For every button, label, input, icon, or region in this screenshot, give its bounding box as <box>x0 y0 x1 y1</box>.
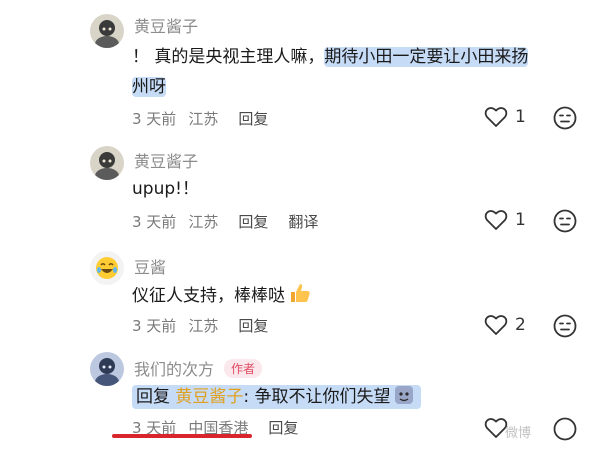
reply-text: : 争取不让你们失望 <box>243 387 391 407</box>
comment-text-highlight: 期待小田一定要让小田来扬 <box>324 47 529 67</box>
dislike-button[interactable] <box>553 106 577 134</box>
like-button[interactable]: 1 <box>484 106 526 128</box>
comment-meta: 3 天前 江苏 回复 翻译 <box>132 211 330 232</box>
sticker-emoji <box>393 384 415 417</box>
heart-icon <box>484 315 508 335</box>
dislike-button[interactable] <box>553 314 577 342</box>
dislike-button[interactable] <box>553 417 577 445</box>
comment-location: 江苏 <box>188 213 219 231</box>
username[interactable]: 黄豆酱子 <box>134 13 198 37</box>
comment-text: ！ 真的是央视主理人嘛，期待小田一定要让小田来扬 <box>132 41 529 73</box>
reply-button[interactable]: 回复 <box>238 317 268 335</box>
like-count: 2 <box>515 315 526 335</box>
comment-text-highlight: 州呀 <box>132 77 166 97</box>
username[interactable]: 豆酱 <box>134 254 166 278</box>
comment-meta: 3 天前 江苏 回复 <box>132 315 280 336</box>
comment-text: 仪征人支持，棒棒哒 <box>132 280 312 316</box>
like-count: 1 <box>515 210 526 230</box>
reply-button[interactable]: 回复 <box>238 110 268 128</box>
like-button[interactable]: 2 <box>484 314 526 336</box>
avatar-illustration-icon <box>90 146 124 180</box>
reply-button[interactable]: 回复 <box>238 213 268 231</box>
user-avatar[interactable] <box>90 14 124 48</box>
comment-location: 江苏 <box>188 317 219 335</box>
sticker-icon <box>394 386 413 404</box>
comment-text: upup!！ <box>132 179 199 199</box>
reply-button[interactable]: 回复 <box>268 419 298 437</box>
dislike-button[interactable] <box>553 209 577 237</box>
username-text: 我们的次方 <box>134 360 215 379</box>
comment-time: 3 天前 <box>132 110 177 128</box>
reply-to-user[interactable]: 黄豆酱子 <box>175 387 243 407</box>
comment-time: 3 天前 <box>132 317 177 335</box>
neutral-face-icon <box>553 106 577 130</box>
heart-icon <box>484 107 508 127</box>
neutral-face-icon <box>553 417 577 441</box>
user-avatar[interactable] <box>90 146 124 180</box>
heart-icon <box>484 210 508 230</box>
laughing-emoji-icon <box>90 251 124 285</box>
watermark: 微博 <box>505 426 532 441</box>
username[interactable]: 我们的次方 作者 <box>134 356 263 380</box>
neutral-face-icon <box>553 209 577 233</box>
thumbs-up-emoji <box>288 281 312 316</box>
comment-text: 回复 黄豆酱子: 争取不让你们失望 <box>132 381 421 417</box>
like-button[interactable]: 1 <box>484 209 526 231</box>
author-badge: 作者 <box>224 359 263 378</box>
comment-location: 江苏 <box>188 110 219 128</box>
reply-prefix: 回复 <box>136 387 170 407</box>
comment-text-line2: 州呀 <box>132 71 166 103</box>
username[interactable]: 黄豆酱子 <box>134 148 198 172</box>
thumbs-up-icon <box>291 284 310 302</box>
translate-button[interactable]: 翻译 <box>288 213 318 231</box>
comment-text-highlight: 回复 黄豆酱子: 争取不让你们失望 <box>132 385 421 409</box>
avatar-illustration-icon <box>90 352 124 386</box>
comment-text-plain: ！ 真的是央视主理人嘛， <box>132 47 325 67</box>
neutral-face-icon <box>553 314 577 338</box>
user-avatar[interactable] <box>90 352 124 386</box>
red-underline-annotation <box>112 434 252 438</box>
comment-meta: 3 天前 江苏 回复 <box>132 108 280 129</box>
avatar-illustration-icon <box>90 14 124 48</box>
comment-time: 3 天前 <box>132 213 177 231</box>
comment-text-plain: 仪征人支持，棒棒哒 <box>132 286 285 306</box>
like-count: 1 <box>515 107 526 127</box>
user-avatar[interactable] <box>90 251 124 285</box>
